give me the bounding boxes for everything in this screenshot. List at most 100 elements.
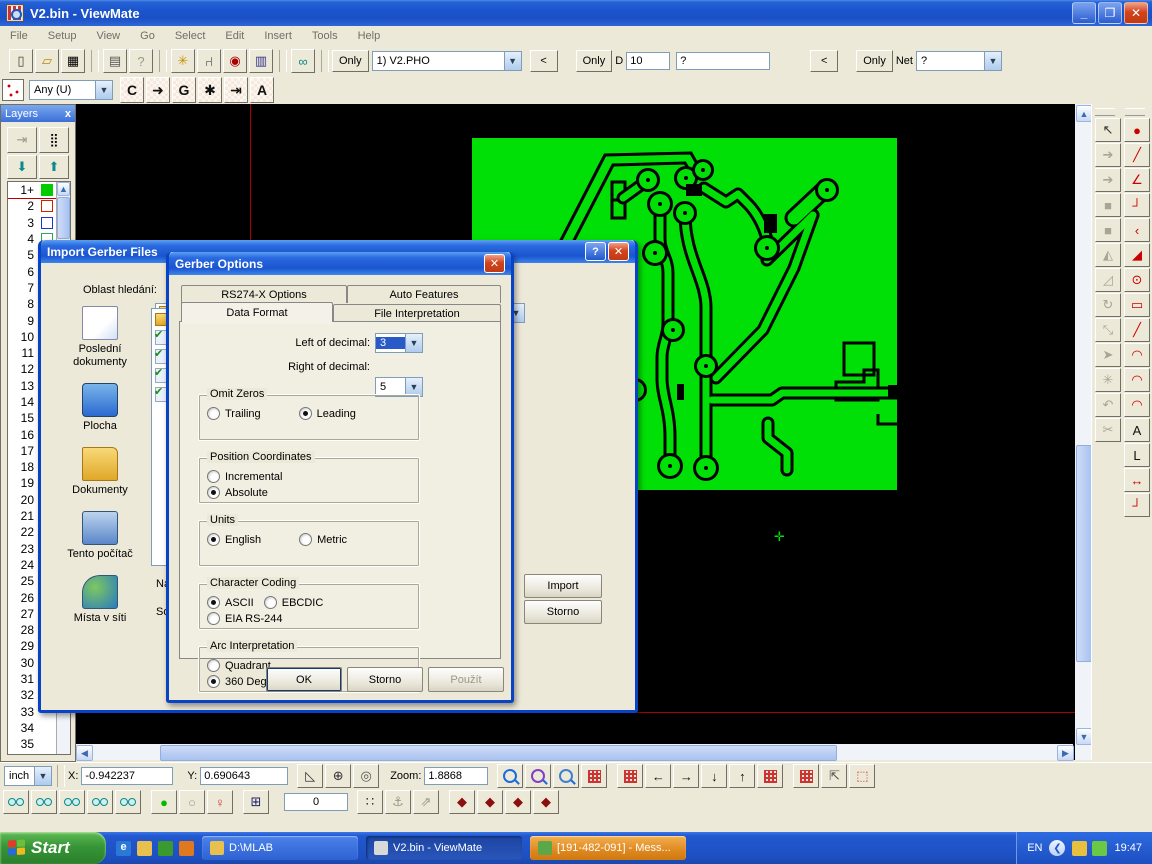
view-edge-glasses-icon[interactable] xyxy=(87,790,113,814)
radio-absolute[interactable]: Absolute xyxy=(207,486,268,499)
grid-small-icon[interactable] xyxy=(757,764,783,788)
snap-target-icon[interactable]: ◎ xyxy=(353,764,379,788)
notes-tray-icon[interactable] xyxy=(1072,841,1087,856)
taskbar-task-3[interactable]: [191-482-091] - Mess... xyxy=(530,836,686,860)
radio-selected-icon[interactable] xyxy=(207,675,220,688)
gerber-g-icon[interactable]: G xyxy=(172,77,196,103)
tray-chevron-icon[interactable]: ❮ xyxy=(1049,840,1065,856)
flip-icon[interactable]: ◿ xyxy=(1095,268,1121,292)
gerber-options-titlebar[interactable]: Gerber Options ✕ xyxy=(169,252,511,275)
tab-data-format[interactable]: Data Format xyxy=(181,302,333,322)
dimension-icon[interactable]: ↔ xyxy=(1124,468,1150,492)
taskbar-task-1[interactable]: D:\MLAB xyxy=(202,836,358,860)
grid-full-icon[interactable] xyxy=(617,764,643,788)
y-coordinate-field[interactable]: 0.690643 xyxy=(200,767,288,785)
only-dcode-button[interactable]: Only xyxy=(576,50,613,72)
highlight-on-icon[interactable]: ● xyxy=(151,790,177,814)
view-sketch-glasses-icon[interactable] xyxy=(115,790,141,814)
view-fill-glasses-icon[interactable] xyxy=(59,790,85,814)
prev-net-button[interactable]: < xyxy=(810,50,838,72)
any-filter-combo[interactable]: Any (U)▼ xyxy=(29,80,113,100)
radio-metric[interactable]: Metric xyxy=(299,533,347,546)
tab-file-interpretation[interactable]: File Interpretation xyxy=(333,304,501,322)
undo-icon[interactable]: ↶ xyxy=(1095,393,1121,417)
zoom-in-icon[interactable] xyxy=(497,764,523,788)
place-item-5[interactable]: Místa v síti xyxy=(55,575,145,625)
canvas-hscrollbar[interactable]: ◀ ▶ xyxy=(75,744,1073,760)
pan-up-icon[interactable]: ↑ xyxy=(729,764,755,788)
zoom-grid-icon[interactable] xyxy=(525,764,551,788)
draw-circle-icon[interactable]: ⊙ xyxy=(1124,268,1150,292)
layer-color-swatch[interactable] xyxy=(41,722,53,734)
zoom-value-field[interactable]: 1.8868 xyxy=(424,767,488,785)
select-cursor-icon[interactable]: ↖ xyxy=(1095,118,1121,142)
layer-color-swatch[interactable] xyxy=(41,217,53,229)
unit-combo[interactable]: inch▼ xyxy=(4,766,52,786)
grid-value-field[interactable]: 0 xyxy=(284,793,348,811)
fill-rect2-icon[interactable]: ■ xyxy=(1095,218,1121,242)
fill-rect-icon[interactable]: ■ xyxy=(1095,193,1121,217)
radio-icon[interactable] xyxy=(207,470,220,483)
trace-arrow-icon[interactable]: ⇥ xyxy=(224,77,248,103)
anchor-icon[interactable]: ⚓ xyxy=(385,790,411,814)
restore-button[interactable]: ❐ xyxy=(1098,2,1122,24)
place-item-4[interactable]: Tento počítač xyxy=(55,511,145,561)
draw-triangle-icon[interactable]: ◢ xyxy=(1124,243,1150,267)
storno-button[interactable]: Storno xyxy=(524,600,602,624)
canvas-vscrollbar[interactable]: ▲ ▼ xyxy=(1075,104,1091,760)
close-icon[interactable]: ✕ xyxy=(608,242,629,261)
place-item-1[interactable]: Poslední dokumenty xyxy=(55,306,145,369)
measure-glasses-icon[interactable]: ∞ xyxy=(291,49,315,73)
radio-icon[interactable] xyxy=(264,596,277,609)
marquee-icon[interactable]: ⬚ xyxy=(849,764,875,788)
layer-down-icon[interactable]: ⬇ xyxy=(7,155,37,179)
text-tool-icon[interactable]: A xyxy=(1124,418,1150,442)
vscroll-thumb[interactable] xyxy=(1076,445,1092,662)
origin-crosshair-icon[interactable]: ⊕ xyxy=(325,764,351,788)
flash-pad2-icon[interactable]: ◆ xyxy=(477,790,503,814)
place-item-2[interactable]: Plocha xyxy=(55,383,145,433)
rotate-icon[interactable]: ↻ xyxy=(1095,293,1121,317)
radio-icon[interactable] xyxy=(207,659,220,672)
draw-corner-icon[interactable]: ┘ xyxy=(1124,193,1150,217)
taskbar-task-2[interactable]: V2.bin - ViewMate xyxy=(366,836,522,860)
flash-pad-icon[interactable]: ◆ xyxy=(449,790,475,814)
ok-button[interactable]: OK xyxy=(266,667,342,692)
menu-item-view[interactable]: View xyxy=(86,28,130,44)
tool-gauge-icon[interactable]: ⑁ xyxy=(197,49,221,73)
grid-offset-icon[interactable] xyxy=(793,764,819,788)
draw-pad-icon[interactable]: ● xyxy=(1124,118,1150,142)
draw-angle-icon[interactable]: ∠ xyxy=(1124,168,1150,192)
import-button[interactable]: Import xyxy=(524,574,602,598)
toolbar-grip[interactable] xyxy=(1095,108,1115,116)
draw-chevron-icon[interactable]: ‹ xyxy=(1124,218,1150,242)
new-file-icon[interactable]: ▯ xyxy=(9,49,33,73)
corner-tool-icon[interactable]: ┘ xyxy=(1124,493,1150,517)
radio-selected-icon[interactable] xyxy=(299,407,312,420)
radio-english[interactable]: English xyxy=(207,533,261,546)
scroll-up-icon[interactable]: ▲ xyxy=(1076,105,1092,122)
draw-line-icon[interactable]: ╱ xyxy=(1124,143,1150,167)
layer-color-swatch[interactable] xyxy=(41,184,53,196)
aperture-flash-icon[interactable]: ✳ xyxy=(171,49,195,73)
view-pads-glasses-icon[interactable] xyxy=(3,790,29,814)
cut-icon[interactable]: ✂ xyxy=(1095,418,1121,442)
layer-stack-button[interactable]: ⣿ xyxy=(39,127,69,153)
menu-item-go[interactable]: Go xyxy=(130,28,165,44)
layer-up-icon[interactable]: ⬆ xyxy=(39,155,69,179)
lamp-outline-icon[interactable]: ♀ xyxy=(207,790,233,814)
chevron-down-icon[interactable]: ▼ xyxy=(95,81,112,99)
zoom-window-icon[interactable] xyxy=(553,764,579,788)
chevron-down-icon[interactable]: ▼ xyxy=(34,767,51,785)
pan-down-icon[interactable]: ↓ xyxy=(701,764,727,788)
save-icon[interactable]: ▦ xyxy=(61,49,85,73)
radio-selected-icon[interactable] xyxy=(207,533,220,546)
layer-color-swatch[interactable] xyxy=(41,738,53,750)
pan-left-icon[interactable]: ← xyxy=(645,764,671,788)
menu-item-edit[interactable]: Edit xyxy=(215,28,254,44)
toolbar-grip[interactable] xyxy=(1125,108,1145,116)
scroll-up-icon[interactable]: ▲ xyxy=(57,182,70,196)
only-layer-button[interactable]: Only xyxy=(332,50,369,72)
menu-item-tools[interactable]: Tools xyxy=(302,28,348,44)
folder-icon[interactable] xyxy=(137,841,152,856)
